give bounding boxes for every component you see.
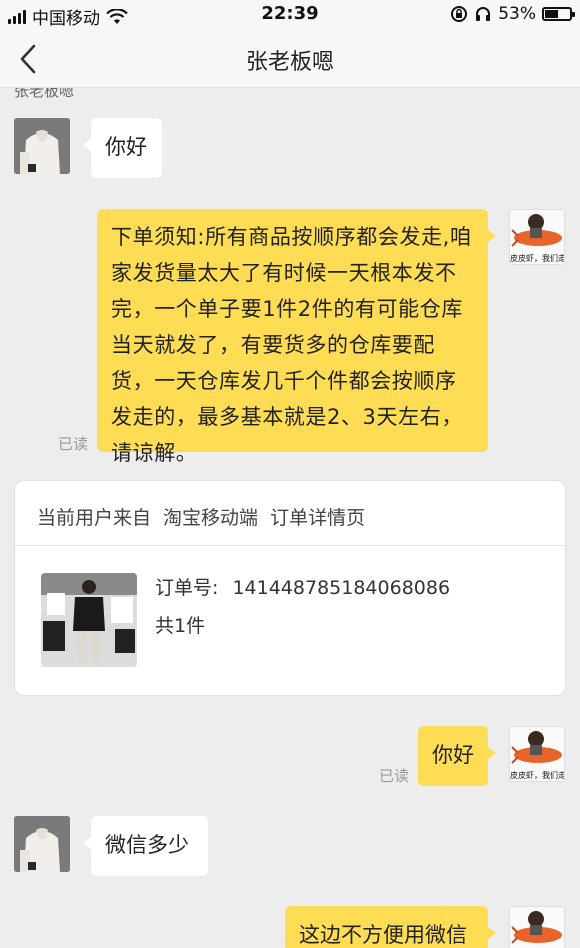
- page-title: 张老板嗯: [245, 50, 334, 75]
- order-number-label: 订单号:: [155, 577, 219, 599]
- shrimp-avatar-icon: 皮皮虾，我们走: [510, 210, 565, 264]
- avatar[interactable]: 皮皮虾，我们走: [509, 726, 565, 782]
- message-bubble[interactable]: 你好: [83, 118, 162, 178]
- order-source: 当前用户来自 淘宝移动端 订单详情页: [37, 507, 366, 529]
- avatar[interactable]: [14, 816, 70, 872]
- message-bubble[interactable]: 微信多少: [83, 816, 208, 876]
- shrimp-avatar-icon: 皮皮虾，我们走: [510, 727, 565, 781]
- chat-area[interactable]: 张老板嗯 你好 下单须知:所有商品按顺序都会发走,咱家发货量太大了有时候一天根本…: [0, 88, 580, 948]
- avatar[interactable]: [14, 118, 70, 174]
- avatar[interactable]: [509, 906, 565, 948]
- message-text: 你好: [432, 743, 474, 767]
- battery-percent: 53%: [498, 4, 536, 24]
- nav-bar: 张老板嗯: [0, 30, 580, 88]
- message-bubble[interactable]: 下单须知:所有商品按顺序都会发走,咱家发货量太大了有时候一天根本发不完，一个单子…: [97, 209, 496, 465]
- order-count: 共1件: [155, 615, 206, 637]
- avatar-caption: 皮皮虾，我们走: [510, 770, 565, 780]
- order-number-value: 141448785184068086: [232, 577, 451, 599]
- battery-fill: [545, 10, 558, 18]
- status-bar: 中国移动 22:39 53%: [0, 0, 580, 30]
- read-status: 已读: [58, 435, 89, 453]
- order-card[interactable]: 当前用户来自 淘宝移动端 订单详情页 订单号: 1414487851840680…: [14, 480, 566, 696]
- order-number: 订单号: 141448785184068086: [155, 573, 450, 600]
- message-text: 这边不方便用微信: [299, 923, 467, 947]
- avatar-caption: 皮皮虾，我们走: [510, 253, 565, 263]
- avatar[interactable]: 皮皮虾，我们走: [509, 209, 565, 265]
- headphones-icon: [476, 7, 491, 21]
- divider: [15, 545, 565, 546]
- message-bubble[interactable]: 这边不方便用微信: [285, 906, 496, 948]
- message-text: 你好: [105, 135, 147, 159]
- product-photo: [41, 573, 137, 667]
- sender-name: 张老板嗯: [14, 88, 75, 100]
- status-right: 53%: [450, 4, 575, 24]
- order-thumbnail[interactable]: [41, 573, 137, 667]
- shrimp-avatar-icon: [510, 907, 564, 948]
- read-status: 已读: [379, 767, 410, 785]
- battery-icon: [542, 7, 575, 21]
- message-bubble[interactable]: 你好: [418, 726, 496, 786]
- message-text: 微信多少: [105, 833, 189, 857]
- user-avatar-photo: [14, 118, 70, 174]
- orientation-lock-icon: [451, 6, 468, 22]
- message-text: 下单须知:所有商品按顺序都会发走,咱家发货量太大了有时候一天根本发不完，一个单子…: [111, 225, 472, 465]
- user-avatar-photo: [14, 816, 70, 872]
